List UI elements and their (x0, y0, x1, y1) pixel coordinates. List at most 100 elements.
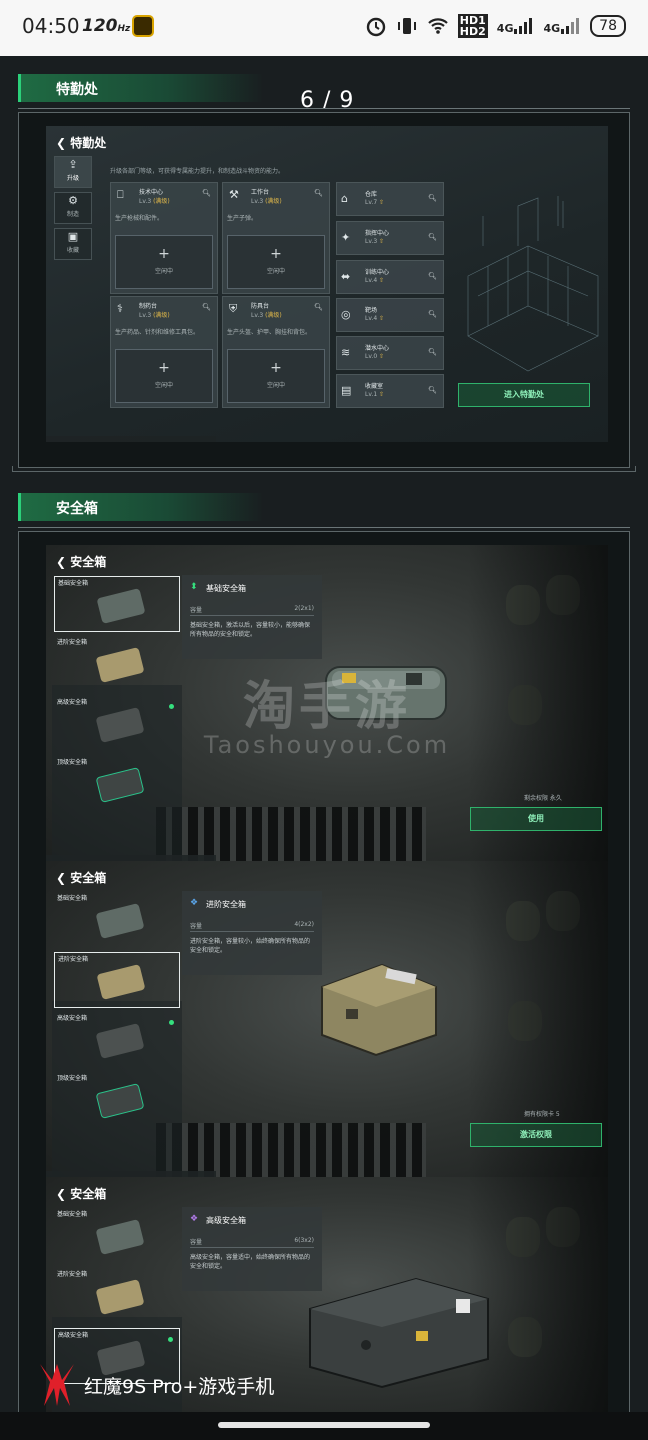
craft-icon: ⚙ (68, 194, 78, 207)
page-root: { "status_bar": { "time": "04:50", "refr… (0, 0, 648, 1440)
system-nav-bar (0, 1412, 648, 1440)
cell-signal-2: 4G (543, 18, 581, 34)
facility-collection-room[interactable]: ▤ 收藏室 Lv.1 ⇧ 🔍︎ (336, 374, 444, 408)
back-arrow-icon[interactable]: ❮ (56, 871, 66, 885)
facility-name: 指挥中心 (365, 230, 390, 237)
facility-warehouse[interactable]: ⌂ 仓库 Lv.7 ⇧ 🔍︎ (336, 182, 444, 216)
tab-craft[interactable]: ⚙ 制造 (54, 192, 92, 224)
box-tab-label: 基础安全箱 (58, 580, 89, 587)
capacity-value: 6(3x2) (294, 1237, 314, 1244)
box-tab-basic[interactable]: 基础安全箱 (54, 1208, 180, 1264)
card-pharmacy[interactable]: ⚕ 制药台 Lv.3 (满级) 🔍︎ 生产药品、针剂和维修工具包。 + 空闲中 (110, 296, 218, 408)
box-tab-top[interactable]: 顶级安全箱 (54, 756, 180, 812)
facility-command-center[interactable]: ✦ 指挥中心 Lv.3 ⇧ 🔍︎ (336, 221, 444, 255)
tab-upgrade[interactable]: ⇪ 升级 (54, 156, 92, 188)
frame-bottom-line (12, 466, 636, 472)
facility-name: 训练中心 (365, 269, 390, 276)
syringe-icon: ⚕ (117, 302, 123, 315)
box-name: 进阶安全箱 (206, 900, 246, 909)
collection-room-icon: ▤ (341, 384, 352, 397)
monitor-icon: ⎕ (117, 188, 124, 201)
back-arrow-icon[interactable]: ❮ (56, 1187, 66, 1201)
box-tab-label: 基础安全箱 (57, 895, 88, 902)
status-bar: 04:50 120Hz HD1 HD2 4G 4G 78 (0, 0, 648, 56)
search-icon[interactable]: 🔍︎ (202, 303, 211, 311)
screen-subtitle: 升级各部门等级，可获得专属能力提升，和制造战斗物资的能力。 (110, 168, 285, 175)
back-arrow-icon[interactable]: ❮ (56, 136, 66, 150)
box-tab-advanced[interactable]: 进阶安全箱 (54, 952, 180, 1008)
watermark: 淘手游 Taoshouyou.Com (196, 664, 458, 759)
box-tab-senior[interactable]: 高级安全箱 (54, 696, 180, 752)
box-tab-basic[interactable]: 基础安全箱 (54, 892, 180, 948)
safe-box-thumb (95, 767, 145, 803)
card-desc: 生产枪械和配件。 (115, 215, 164, 222)
box-name: 高级安全箱 (206, 1216, 246, 1225)
tab-collection[interactable]: ▣ 收藏 (54, 228, 92, 260)
safe-box-thumb (95, 1279, 145, 1315)
box-tab-label: 顶级安全箱 (57, 1075, 88, 1082)
card-desc: 生产头盔、护甲、胸挂和背包。 (227, 329, 312, 336)
box-tab-advanced[interactable]: 进阶安全箱 (54, 1268, 180, 1324)
slot-status: 空闲中 (266, 382, 285, 389)
search-icon[interactable]: 🔍︎ (314, 303, 323, 311)
base-building-wireframe (467, 196, 599, 372)
box-info-panel: ⬍ 基础安全箱 容量 2(2x1) 基础安全箱，激活以后，容量较小，能够确保所有… (182, 575, 322, 659)
card-workbench[interactable]: ⚒ 工作台 Lv.3 (满级) 🔍︎ 生产子弹。 + 空闲中 (222, 182, 330, 294)
facility-level: Lv.1 ⇧ (365, 391, 385, 398)
card-name: 制药台 (139, 303, 158, 310)
facility-level: Lv.0 ⇧ (365, 353, 385, 360)
card-tech-center[interactable]: ⎕ 技术中心 Lv.3 (满级) 🔍︎ 生产枪械和配件。 + 空闲中 (110, 182, 218, 294)
watermark-text: 淘手游 (242, 677, 411, 737)
capacity-label: 容量 (190, 1239, 203, 1246)
production-slot[interactable]: + 空闲中 (115, 349, 213, 403)
enter-special-ops-button[interactable]: 进入特勤处 (458, 383, 590, 407)
capacity-value: 4(2x2) (294, 921, 314, 928)
home-gesture-bar[interactable] (218, 1422, 430, 1428)
production-slot[interactable]: + 空闲中 (115, 235, 213, 289)
use-button[interactable]: 使用 (470, 807, 602, 831)
safe-box-thumb (95, 903, 145, 939)
section-header-safe-box: 安全箱 (18, 493, 630, 525)
safe-box-thumb (96, 964, 146, 1000)
search-icon[interactable]: 🔍︎ (428, 310, 437, 318)
box-tab-senior[interactable]: 高级安全箱 (54, 1012, 180, 1068)
search-icon[interactable]: 🔍︎ (314, 189, 323, 197)
facility-shooting-range[interactable]: ◎ 靶场 Lv.4 ⇧ 🔍︎ (336, 298, 444, 332)
box-tab-label: 高级安全箱 (57, 699, 88, 706)
section-header-bar (18, 74, 264, 102)
plus-icon: + (270, 360, 282, 376)
permission-info: 拥有权限卡 5 (524, 1111, 560, 1118)
safe-box-model-senior (309, 1277, 489, 1389)
capacity-label: 容量 (190, 607, 203, 614)
screen-title: ❮ 特勤处 (56, 136, 107, 150)
search-icon[interactable]: 🔍︎ (428, 386, 437, 394)
box-tab-label: 高级安全箱 (58, 1332, 89, 1339)
slot-status: 空闲中 (154, 268, 173, 275)
search-icon[interactable]: 🔍︎ (428, 233, 437, 241)
app-notification-icon (132, 15, 154, 37)
search-icon[interactable]: 🔍︎ (202, 189, 211, 197)
activate-permission-button[interactable]: 激活权限 (470, 1123, 602, 1147)
card-armor-bench[interactable]: ⛨ 防具台 Lv.3 (满级) 🔍︎ 生产头盔、护甲、胸挂和背包。 + 空闲中 (222, 296, 330, 408)
box-description: 基础安全箱，激活以后，容量较小，能够确保所有物品的安全和锁定。 (190, 622, 311, 638)
box-description: 进阶安全箱，容量较小，始终确保所有物品的安全和锁定。 (190, 938, 311, 954)
box-tab-top[interactable]: 顶级安全箱 (54, 1072, 180, 1128)
box-tab-advanced[interactable]: 进阶安全箱 (54, 636, 180, 692)
search-icon[interactable]: 🔍︎ (428, 194, 437, 202)
facility-diving-center[interactable]: ≋ 潜水中心 Lv.0 ⇧ 🔍︎ (336, 336, 444, 370)
back-arrow-icon[interactable]: ❮ (56, 555, 66, 569)
production-slot[interactable]: + 空闲中 (227, 349, 325, 403)
capacity-value: 2(2x1) (294, 605, 314, 612)
facility-name: 仓库 (365, 191, 378, 198)
box-tier-icon: ❖ (190, 1214, 199, 1224)
facility-training-center[interactable]: ⬌ 训练中心 Lv.4 ⇧ 🔍︎ (336, 260, 444, 294)
network-status-bar: 27ms (46, 436, 216, 442)
command-icon: ✦ (341, 231, 351, 244)
alarm-icon (366, 17, 385, 37)
signal-bars-icon (514, 18, 533, 34)
box-tab-basic[interactable]: 基础安全箱 (54, 576, 180, 632)
search-icon[interactable]: 🔍︎ (428, 348, 437, 356)
search-icon[interactable]: 🔍︎ (428, 272, 437, 280)
production-slot[interactable]: + 空闲中 (227, 235, 325, 289)
divider (190, 1247, 314, 1248)
